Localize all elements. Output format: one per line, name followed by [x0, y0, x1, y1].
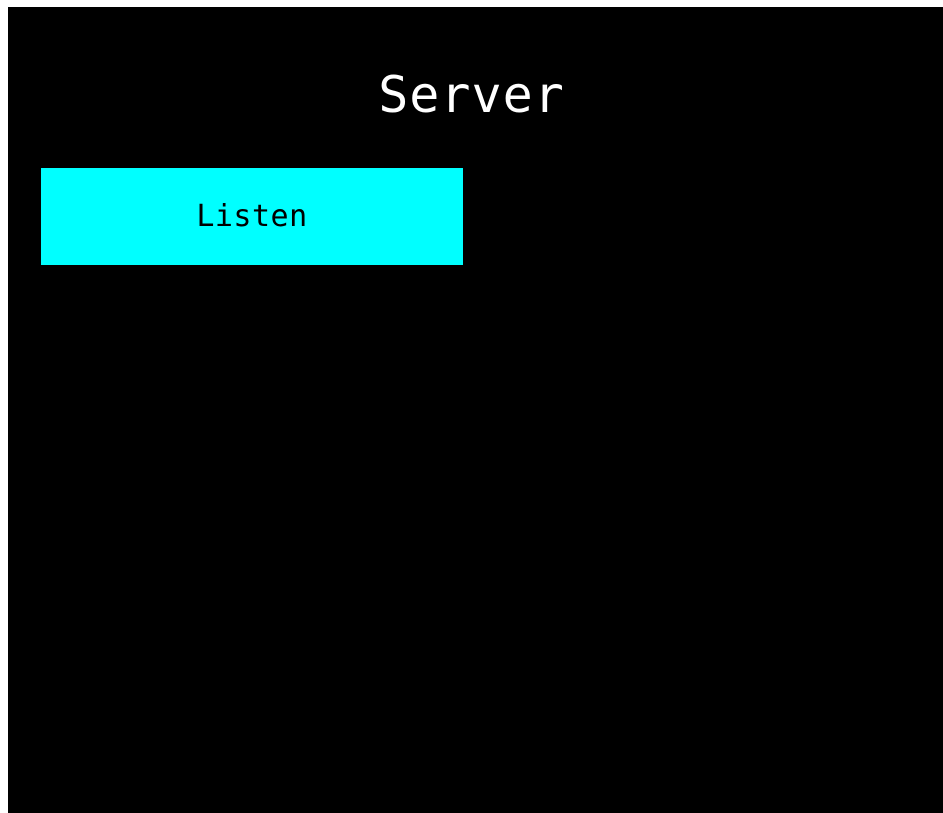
page-title: Server: [378, 66, 565, 124]
app-screen: Server Listen: [8, 7, 943, 813]
listen-button[interactable]: Listen: [41, 168, 463, 265]
